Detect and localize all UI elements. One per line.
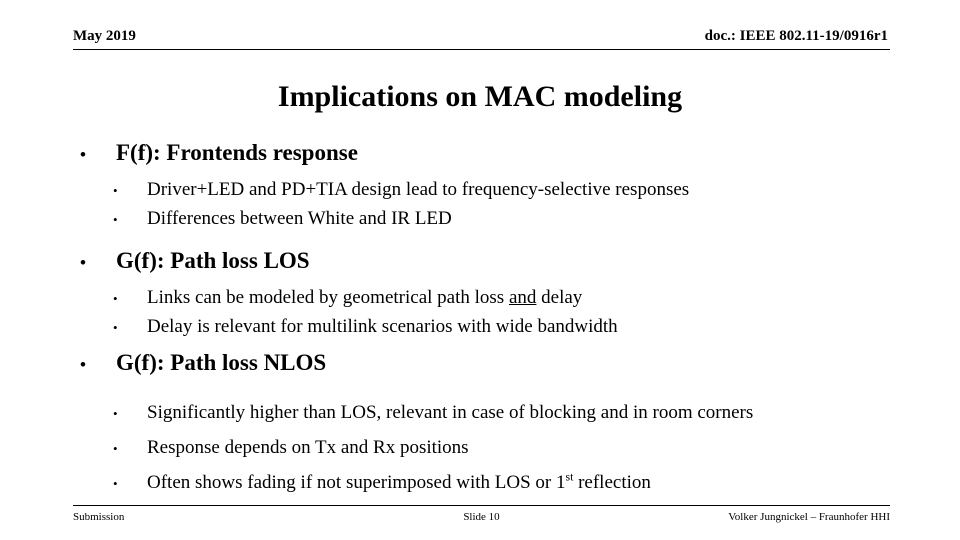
bullet-item-frontends-response: • F(f): Frontends response	[0, 138, 960, 170]
bullet-text: F(f): Frontends response	[116, 140, 358, 165]
bullet-item-fading-first-reflection: • Often shows fading if not superimposed…	[0, 466, 960, 501]
bullet-marker-icon: •	[80, 355, 86, 374]
bullet-text: Links can be modeled by geometrical path…	[147, 284, 582, 312]
bullet-text-before: Often shows fading if not superimposed w…	[147, 472, 566, 493]
bullet-marker-icon: •	[113, 212, 118, 227]
slide-footer: Submission Slide 10 Volker Jungnickel – …	[73, 505, 890, 526]
slide-header: May 2019 doc.: IEEE 802.11-19/0916r1	[73, 27, 890, 50]
header-doc-reference: doc.: IEEE 802.11-19/0916r1	[704, 28, 888, 44]
bullet-text: Delay is relevant for multilink scenario…	[147, 316, 618, 337]
bullet-text: G(f): Path loss LOS	[116, 248, 310, 273]
slide-body: • F(f): Frontends response • Driver+LED …	[0, 138, 960, 501]
header-date: May 2019	[73, 28, 136, 44]
bullet-item-delay-multilink: • Delay is relevant for multilink scenar…	[0, 313, 960, 342]
bullet-item-response-tx-rx-positions: • Response depends on Tx and Rx position…	[0, 431, 960, 466]
bullet-item-links-geometrical-path-loss: • Links can be modeled by geometrical pa…	[0, 284, 960, 313]
bullet-text: Differences between White and IR LED	[147, 208, 452, 229]
bullet-marker-icon: •	[113, 291, 118, 306]
bullet-item-path-loss-nlos: • G(f): Path loss NLOS	[0, 348, 960, 380]
bullet-marker-icon: •	[113, 441, 118, 456]
bullet-item-path-loss-los: • G(f): Path loss LOS	[0, 246, 960, 278]
bullet-text-emphasis: and	[508, 287, 537, 308]
bullet-marker-icon: •	[113, 476, 118, 491]
footer-author-affiliation: Volker Jungnickel – Fraunhofer HHI	[728, 511, 890, 523]
bullet-text: G(f): Path loss NLOS	[116, 350, 327, 375]
slide: May 2019 doc.: IEEE 802.11-19/0916r1 Imp…	[0, 0, 960, 540]
bullet-marker-icon: •	[113, 183, 118, 198]
bullet-marker-icon: •	[80, 145, 86, 164]
bullet-text-after: delay	[536, 287, 583, 308]
bullet-marker-icon: •	[80, 253, 86, 272]
bullet-marker-icon: •	[113, 406, 118, 421]
bullet-text: Response depends on Tx and Rx positions	[147, 437, 469, 458]
bullet-text-before: Links can be modeled by geometrical path…	[147, 287, 509, 308]
bullet-text: Driver+LED and PD+TIA design lead to fre…	[147, 179, 690, 200]
page-title: Implications on MAC modeling	[277, 80, 683, 113]
bullet-text: Often shows fading if not superimposed w…	[147, 466, 651, 500]
bullet-text-after: reflection	[573, 472, 651, 493]
bullet-item-white-ir-differences: • Differences between White and IR LED	[0, 205, 960, 234]
bullet-item-significantly-higher-than-los: • Significantly higher than LOS, relevan…	[0, 396, 960, 431]
bullet-item-driver-led-design: • Driver+LED and PD+TIA design lead to f…	[0, 176, 960, 205]
bullet-marker-icon: •	[113, 320, 118, 335]
bullet-text: Significantly higher than LOS, relevant …	[147, 402, 754, 423]
